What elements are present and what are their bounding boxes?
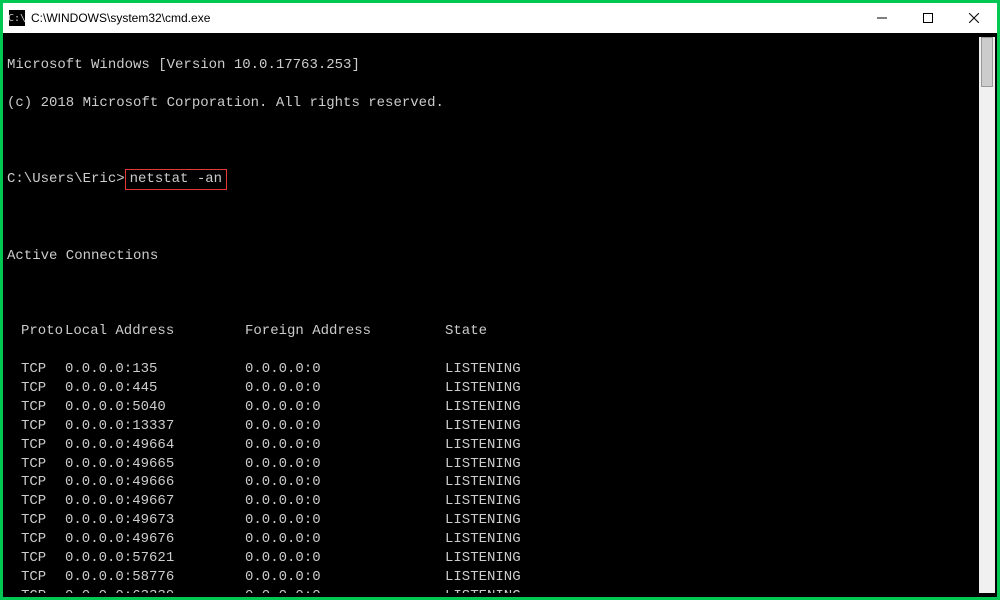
cell-foreign-address: 0.0.0.0:0 <box>245 492 445 511</box>
cell-proto: TCP <box>7 492 65 511</box>
window-title: C:\WINDOWS\system32\cmd.exe <box>31 11 859 25</box>
blank-line <box>7 285 979 304</box>
cell-local-address: 0.0.0.0:49673 <box>65 511 245 530</box>
cell-foreign-address: 0.0.0.0:0 <box>245 360 445 379</box>
terminal-header-line: (c) 2018 Microsoft Corporation. All righ… <box>7 94 979 113</box>
cell-state: LISTENING <box>445 455 521 474</box>
cell-proto: TCP <box>7 587 65 593</box>
table-row: TCP0.0.0.0:587760.0.0.0:0LISTENING <box>7 568 979 587</box>
terminal-content[interactable]: Microsoft Windows [Version 10.0.17763.25… <box>7 37 979 593</box>
cell-local-address: 0.0.0.0:49666 <box>65 473 245 492</box>
window-controls <box>859 3 997 33</box>
cell-foreign-address: 0.0.0.0:0 <box>245 379 445 398</box>
table-row: TCP0.0.0.0:1350.0.0.0:0LISTENING <box>7 360 979 379</box>
cell-foreign-address: 0.0.0.0:0 <box>245 549 445 568</box>
cell-local-address: 0.0.0.0:57621 <box>65 549 245 568</box>
cell-proto: TCP <box>7 417 65 436</box>
cell-foreign-address: 0.0.0.0:0 <box>245 417 445 436</box>
cell-proto: TCP <box>7 511 65 530</box>
cell-local-address: 0.0.0.0:49665 <box>65 455 245 474</box>
cell-local-address: 0.0.0.0:58776 <box>65 568 245 587</box>
cell-foreign-address: 0.0.0.0:0 <box>245 473 445 492</box>
cell-state: LISTENING <box>445 398 521 417</box>
header-foreign: Foreign Address <box>245 322 445 341</box>
cell-state: LISTENING <box>445 511 521 530</box>
cell-state: LISTENING <box>445 473 521 492</box>
cell-local-address: 0.0.0.0:63339 <box>65 587 245 593</box>
minimize-button[interactable] <box>859 3 905 33</box>
header-local: Local Address <box>65 322 245 341</box>
cell-state: LISTENING <box>445 379 521 398</box>
table-row: TCP0.0.0.0:133370.0.0.0:0LISTENING <box>7 417 979 436</box>
cell-state: LISTENING <box>445 587 521 593</box>
prompt-text: C:\Users\Eric> <box>7 170 125 189</box>
cell-proto: TCP <box>7 568 65 587</box>
cell-foreign-address: 0.0.0.0:0 <box>245 568 445 587</box>
section-title: Active Connections <box>7 247 979 266</box>
cell-proto: TCP <box>7 530 65 549</box>
cell-proto: TCP <box>7 436 65 455</box>
titlebar[interactable]: C:\ C:\WINDOWS\system32\cmd.exe <box>3 3 997 33</box>
vertical-scrollbar[interactable] <box>979 37 995 593</box>
table-row: TCP0.0.0.0:50400.0.0.0:0LISTENING <box>7 398 979 417</box>
cell-local-address: 0.0.0.0:135 <box>65 360 245 379</box>
cell-state: LISTENING <box>445 549 521 568</box>
cell-local-address: 0.0.0.0:5040 <box>65 398 245 417</box>
maximize-button[interactable] <box>905 3 951 33</box>
cell-proto: TCP <box>7 549 65 568</box>
table-row: TCP0.0.0.0:496730.0.0.0:0LISTENING <box>7 511 979 530</box>
cell-proto: TCP <box>7 455 65 474</box>
cell-state: LISTENING <box>445 568 521 587</box>
table-row: TCP0.0.0.0:496640.0.0.0:0LISTENING <box>7 436 979 455</box>
table-row: TCP0.0.0.0:496660.0.0.0:0LISTENING <box>7 473 979 492</box>
cell-local-address: 0.0.0.0:49664 <box>65 436 245 455</box>
cell-state: LISTENING <box>445 417 521 436</box>
table-row: TCP0.0.0.0:496760.0.0.0:0LISTENING <box>7 530 979 549</box>
cell-foreign-address: 0.0.0.0:0 <box>245 398 445 417</box>
cell-proto: TCP <box>7 473 65 492</box>
command-highlight: netstat -an <box>125 169 227 190</box>
table-row: TCP0.0.0.0:496650.0.0.0:0LISTENING <box>7 455 979 474</box>
header-proto: Proto <box>7 322 65 341</box>
cell-proto: TCP <box>7 379 65 398</box>
cell-local-address: 0.0.0.0:49676 <box>65 530 245 549</box>
prompt-line: C:\Users\Eric>netstat -an <box>7 169 979 190</box>
scrollbar-thumb[interactable] <box>981 37 993 87</box>
cell-state: LISTENING <box>445 530 521 549</box>
cell-proto: TCP <box>7 398 65 417</box>
cell-state: LISTENING <box>445 360 521 379</box>
header-state: State <box>445 322 487 341</box>
cell-proto: TCP <box>7 360 65 379</box>
cell-foreign-address: 0.0.0.0:0 <box>245 511 445 530</box>
table-row: TCP0.0.0.0:4450.0.0.0:0LISTENING <box>7 379 979 398</box>
cell-foreign-address: 0.0.0.0:0 <box>245 455 445 474</box>
cell-local-address: 0.0.0.0:13337 <box>65 417 245 436</box>
table-row: TCP0.0.0.0:496670.0.0.0:0LISTENING <box>7 492 979 511</box>
close-button[interactable] <box>951 3 997 33</box>
terminal-header-line: Microsoft Windows [Version 10.0.17763.25… <box>7 56 979 75</box>
table-header-row: ProtoLocal AddressForeign AddressState <box>7 322 979 341</box>
terminal-area[interactable]: Microsoft Windows [Version 10.0.17763.25… <box>3 33 997 597</box>
blank-line <box>7 209 979 228</box>
cell-foreign-address: 0.0.0.0:0 <box>245 530 445 549</box>
table-row: TCP0.0.0.0:576210.0.0.0:0LISTENING <box>7 549 979 568</box>
cell-state: LISTENING <box>445 492 521 511</box>
cmd-window: C:\ C:\WINDOWS\system32\cmd.exe Microsof… <box>0 0 1000 600</box>
cell-state: LISTENING <box>445 436 521 455</box>
cmd-icon: C:\ <box>9 10 25 26</box>
cell-local-address: 0.0.0.0:49667 <box>65 492 245 511</box>
cell-foreign-address: 0.0.0.0:0 <box>245 436 445 455</box>
cell-foreign-address: 0.0.0.0:0 <box>245 587 445 593</box>
cell-local-address: 0.0.0.0:445 <box>65 379 245 398</box>
blank-line <box>7 131 979 150</box>
table-row: TCP0.0.0.0:633390.0.0.0:0LISTENING <box>7 587 979 593</box>
